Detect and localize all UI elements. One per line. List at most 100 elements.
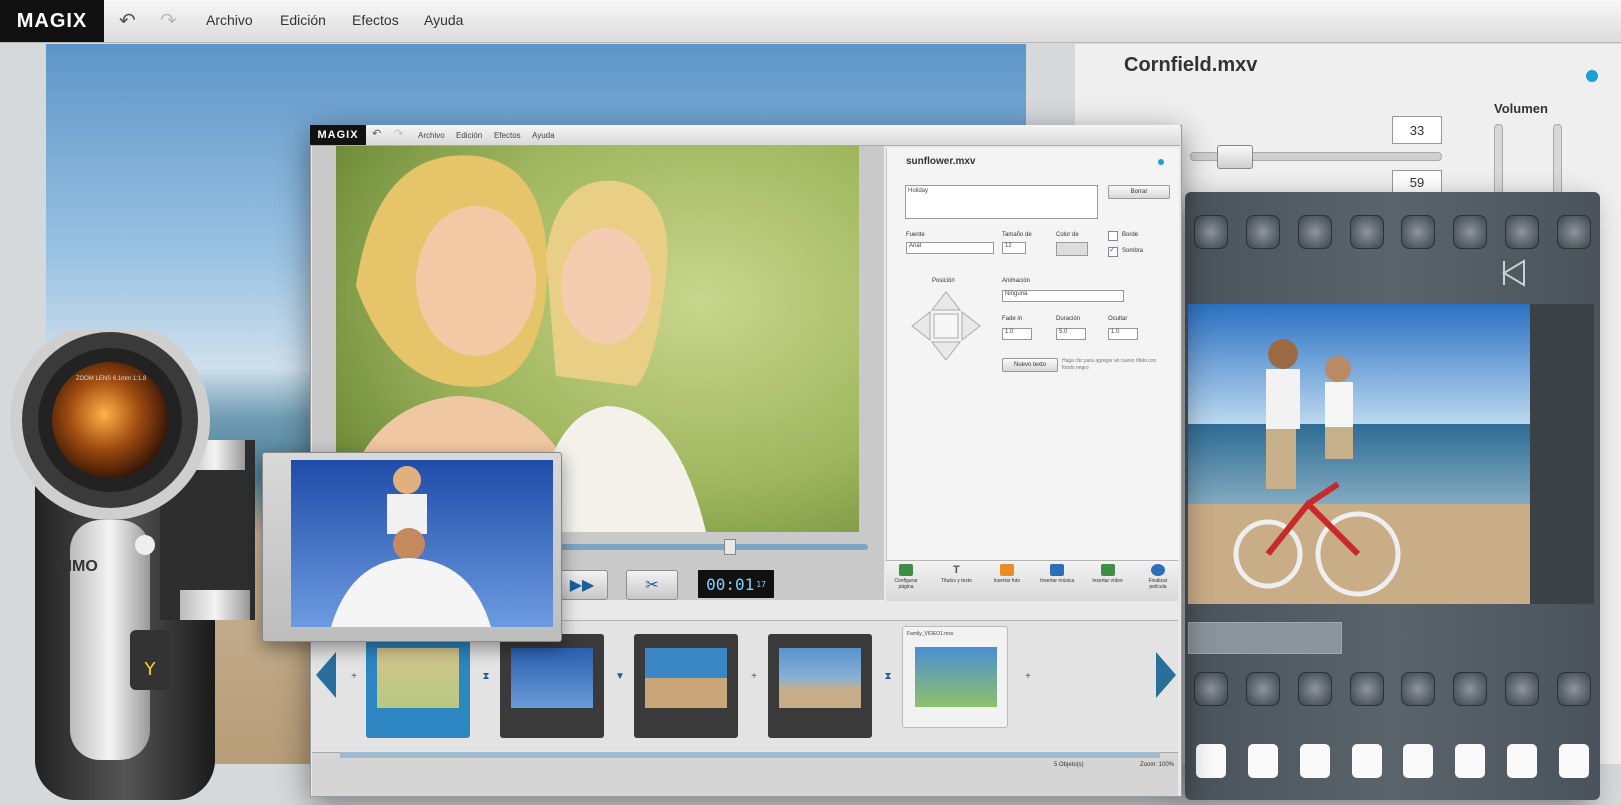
position-label: Posición xyxy=(932,278,955,284)
timeline-next-arrow[interactable] xyxy=(1156,652,1176,703)
menu-edicion[interactable]: Edición xyxy=(456,131,482,140)
tool-insert-photo[interactable]: Insertar foto xyxy=(989,562,1025,598)
border-checkbox[interactable] xyxy=(1108,231,1118,241)
photo-icon xyxy=(999,564,1014,576)
globe-icon xyxy=(1150,564,1165,576)
sprocket-hole xyxy=(1247,744,1278,778)
film-hole xyxy=(1297,672,1332,706)
timeline-prev-arrow[interactable] xyxy=(316,652,336,703)
add-transition-icon[interactable]: + xyxy=(346,668,362,684)
hide-stepper[interactable]: 1.0 xyxy=(1108,328,1138,340)
bg-menu-archivo[interactable]: Archivo xyxy=(206,12,253,28)
film-hole xyxy=(1401,215,1436,249)
size-label: Tamaño de xyxy=(1002,232,1032,238)
bg-menu-efectos[interactable]: Efectos xyxy=(352,12,399,28)
menu-archivo[interactable]: Archivo xyxy=(418,131,445,140)
background-logo: MAGIX xyxy=(0,0,104,42)
transition-icon[interactable]: ▼ xyxy=(612,668,628,684)
timeline-clip-5[interactable]: Family_VIDEO1.mxv xyxy=(902,626,1008,728)
camcorder-brand: HIMO xyxy=(56,558,98,575)
svg-text:Y: Y xyxy=(144,659,157,680)
timeline-clip-4[interactable] xyxy=(768,634,872,738)
title-text-input[interactable]: Holiday xyxy=(905,185,1098,219)
menu-ayuda[interactable]: Ayuda xyxy=(532,131,555,140)
add-transition-icon[interactable]: + xyxy=(1020,668,1036,684)
film-hole xyxy=(1245,672,1280,706)
status-bar xyxy=(312,752,1178,796)
tool-insert-video[interactable]: Insertar vídeo xyxy=(1090,562,1126,598)
back-icon[interactable] xyxy=(1500,258,1530,288)
color-swatch[interactable] xyxy=(1056,242,1088,256)
film-hole xyxy=(1193,215,1228,249)
volume-slider-left[interactable] xyxy=(1494,124,1503,196)
filmstrip-top-holes xyxy=(1185,208,1600,256)
sprocket-hole xyxy=(1403,744,1434,778)
tool-titles[interactable]: T Títulos y texto xyxy=(938,562,974,598)
main-logo: MAGIX xyxy=(310,125,366,145)
value-input-2[interactable]: 59 xyxy=(1392,170,1442,194)
font-label: Fuente xyxy=(906,232,925,238)
undo-icon[interactable]: ↶ xyxy=(372,127,381,140)
value-input-1[interactable]: 33 xyxy=(1392,116,1442,144)
add-transition-icon[interactable]: + xyxy=(746,668,762,684)
undo-icon[interactable]: ↶ xyxy=(119,8,136,33)
sprocket-hole xyxy=(1507,744,1538,778)
timeline-clip-3[interactable] xyxy=(634,634,738,738)
background-slider-thumb[interactable] xyxy=(1217,145,1253,169)
filmstrip-side-panel xyxy=(1530,304,1594,604)
panel-toolbar-items: Configurar página T Títulos y texto Inser… xyxy=(888,562,1176,598)
delete-button[interactable]: Borrar xyxy=(1108,185,1170,199)
timeline-clip-2[interactable] xyxy=(500,634,604,738)
volume-slider-right[interactable] xyxy=(1553,124,1562,196)
sprocket-hole xyxy=(1351,744,1382,778)
animation-select[interactable]: Ninguna xyxy=(1002,290,1124,302)
scissors-button[interactable]: ✂ xyxy=(626,570,678,600)
film-hole xyxy=(1505,215,1540,249)
new-title-button[interactable]: Nuevo texto xyxy=(1002,358,1058,372)
tool-insert-music[interactable]: Insertar música xyxy=(1039,562,1075,598)
fast-forward-button[interactable]: ▶▶ xyxy=(556,570,608,600)
text-icon: T xyxy=(953,564,960,576)
clip-thumbnail xyxy=(511,648,593,708)
film-hole xyxy=(1453,215,1488,249)
timeline-scrollbar[interactable] xyxy=(340,752,1160,758)
bg-menu-edicion[interactable]: Edición xyxy=(280,12,326,28)
size-stepper[interactable]: 12 xyxy=(1002,242,1026,254)
filmstrip-bottom-holes xyxy=(1185,664,1600,714)
color-label: Color de xyxy=(1056,232,1079,238)
tool-page-setup[interactable]: Configurar página xyxy=(888,562,924,598)
redo-icon[interactable]: ↷ xyxy=(394,127,403,140)
duration-stepper[interactable]: 5.0 xyxy=(1056,328,1086,340)
check-icon: ✓ xyxy=(1109,245,1116,254)
status-objects: 5 Objeto(s) xyxy=(1054,762,1084,768)
transition-icon[interactable]: ⧗ xyxy=(880,668,896,684)
timeline-clip-1[interactable] xyxy=(366,634,470,738)
filmstrip-sprocket-row xyxy=(1185,740,1600,782)
sprocket-hole xyxy=(1195,744,1226,778)
camcorder-device: Y xyxy=(0,320,300,800)
menu-efectos[interactable]: Efectos xyxy=(494,131,521,140)
playhead-handle[interactable] xyxy=(724,539,736,555)
tool-label: Insertar vídeo xyxy=(1092,578,1123,584)
new-title-hint: Haga clic para agregar un nuevo título c… xyxy=(1062,358,1157,371)
music-icon xyxy=(1050,564,1065,576)
position-dpad[interactable] xyxy=(910,290,982,362)
lens-text: ZOOM LENS 6.1mm 1:1.8 xyxy=(75,376,147,382)
shadow-checkbox[interactable]: ✓ xyxy=(1108,245,1118,257)
sprocket-hole xyxy=(1455,744,1486,778)
redo-icon[interactable]: ↷ xyxy=(160,8,177,33)
font-select[interactable]: Arial xyxy=(906,242,994,254)
duration-label: Duración xyxy=(1056,316,1081,322)
background-file-title: Cornfield.mxv xyxy=(1124,54,1258,76)
film-hole xyxy=(1557,215,1592,249)
bg-menu-ayuda[interactable]: Ayuda xyxy=(424,12,463,28)
tool-label: Insertar foto xyxy=(993,578,1021,584)
film-hole xyxy=(1349,215,1384,249)
playback-progress-bar[interactable] xyxy=(560,544,868,550)
tool-label: Títulos y texto xyxy=(940,578,972,584)
filmstrip-scrollbar[interactable] xyxy=(1188,622,1342,654)
transition-icon[interactable]: ⧗ xyxy=(478,668,494,684)
tool-finish-movie[interactable]: Finalizar película xyxy=(1140,562,1176,598)
fade-in-stepper[interactable]: 1.0 xyxy=(1002,328,1032,340)
status-dot-icon xyxy=(1586,70,1598,82)
